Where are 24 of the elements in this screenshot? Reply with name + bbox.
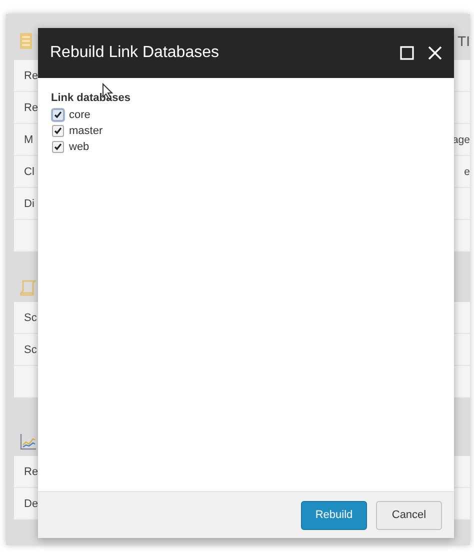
row-value: e — [464, 166, 470, 178]
dialog-title: Rebuild Link Databases — [50, 44, 220, 62]
checkbox[interactable] — [52, 141, 64, 153]
rebuild-button[interactable]: Rebuild — [301, 500, 367, 530]
checkbox-label[interactable]: master — [69, 125, 103, 137]
row-label: Cl — [24, 166, 34, 178]
section-heading: TI — [458, 33, 470, 49]
row-label: Sc — [24, 344, 37, 356]
row-label: De — [24, 498, 38, 510]
checkbox-label[interactable]: web — [69, 141, 90, 153]
list-icon — [20, 33, 32, 49]
row-label: Sc — [24, 312, 37, 324]
row-label: M — [24, 134, 34, 146]
row-label: Re — [24, 466, 38, 478]
row-label: Re — [24, 102, 38, 114]
checkbox-label[interactable]: core — [69, 109, 90, 121]
cancel-button[interactable]: Cancel — [376, 500, 442, 530]
checkbox[interactable] — [52, 125, 64, 137]
row-label: Di — [24, 198, 34, 210]
line-chart-icon — [20, 433, 37, 450]
close-icon[interactable] — [428, 46, 442, 60]
row-label: Re — [24, 70, 38, 82]
maximize-icon[interactable] — [400, 46, 414, 60]
scroll-icon — [20, 280, 36, 296]
